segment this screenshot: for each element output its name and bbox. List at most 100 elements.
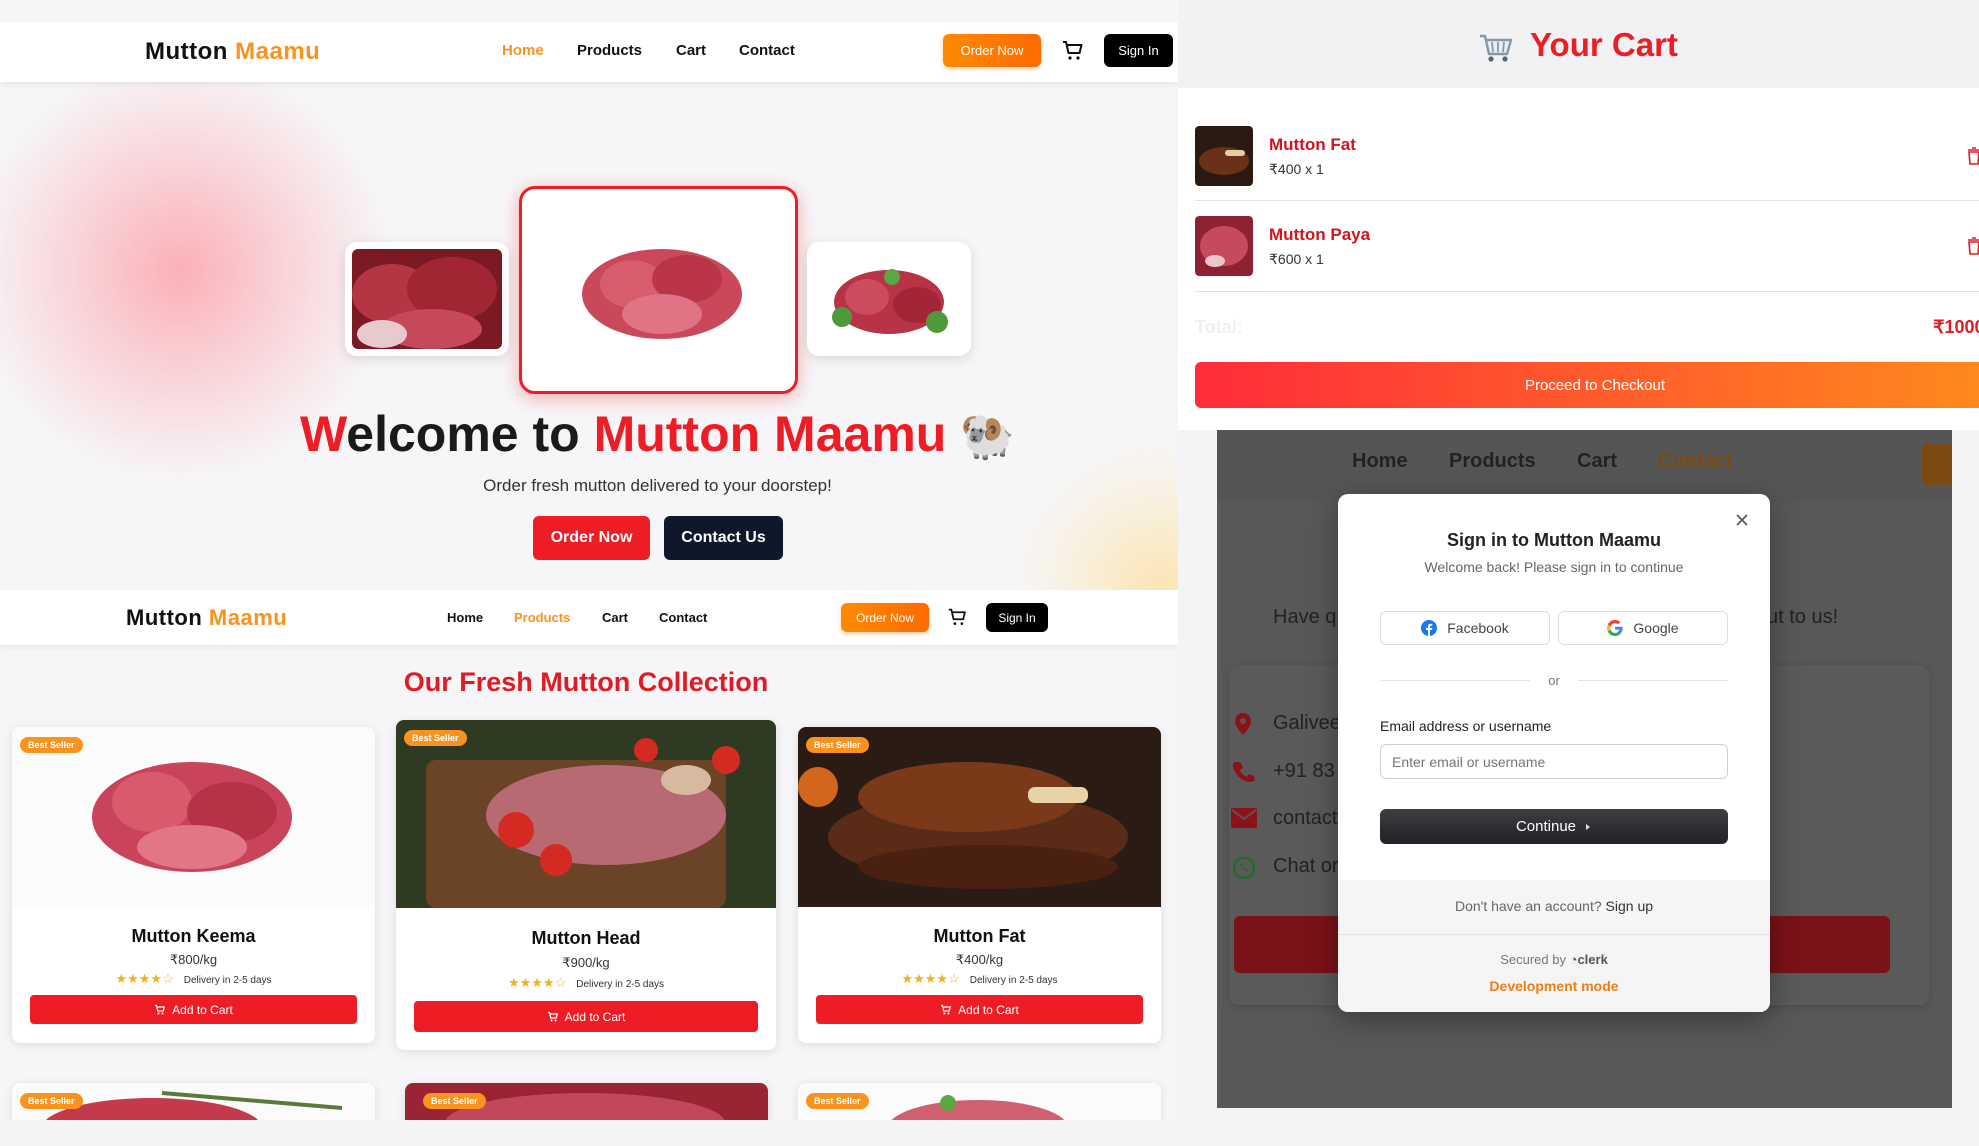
hero-contact-button[interactable]: Contact Us [664,516,783,560]
delivery-text: Delivery in 2-5 days [576,979,665,990]
product-name: Mutton Keema [131,926,256,946]
clerk-text: clerk [1577,952,1608,967]
nav-cart[interactable]: Cart [1577,450,1617,473]
nav-products[interactable]: Products [577,42,642,59]
dimmed-order-button [1922,443,1952,485]
development-mode-label: Development mode [1489,978,1619,994]
delivery-text: Delivery in 2-5 days [969,975,1058,986]
add-to-cart-button[interactable]: Add to Cart [30,995,357,1024]
location-pin-icon [1235,713,1251,735]
product-card: Best Seller Mutton Keema ₹800/kg ★★★★☆ De… [12,727,375,1043]
trash-icon[interactable] [1967,147,1979,165]
no-account-text: Don't have an account? [1454,898,1602,914]
cart-item-name: Mutton Fat [1269,135,1356,154]
product-image [396,720,776,908]
cart-item-qty: ₹600 x 1 [1269,251,1324,267]
best-seller-badge: Best Seller [806,1093,869,1109]
email-input[interactable] [1380,744,1728,779]
star-rating-icon: ★★★★☆ [507,975,567,990]
mail-icon [1231,808,1257,828]
hero-image-left [345,242,509,356]
footer-divider [1338,934,1770,935]
facebook-label: Facebook [1447,620,1509,636]
meat-image [352,249,502,349]
google-icon [1607,620,1624,636]
facebook-icon [1421,620,1438,636]
secured-by-text: Secured by [1500,952,1566,967]
contact-intro-left: Have q [1273,606,1337,628]
collection-title: Our Fresh Mutton Collection [403,667,769,697]
hero-title-w: W [299,406,347,462]
products-page: Mutton Maamu Home Products Cart Contact … [0,590,1178,1120]
trash-icon[interactable] [1967,237,1979,255]
cart-title: Your Cart [1530,26,1678,63]
hero-image-right [807,242,971,356]
nav-home[interactable]: Home [502,42,544,59]
modal-footer: Don't have an account? Sign up Secured b… [1338,880,1770,1012]
nav-products[interactable]: Products [514,610,570,625]
sign-in-modal: Sign in to Mutton Maamu Welcome back! Pl… [1338,494,1770,1012]
star-rating-icon: ★★★★☆ [901,971,960,986]
meat-image [582,249,742,339]
secured-by-line: Secured by ◔clerk [1338,952,1770,967]
best-seller-badge: Best Seller [20,737,83,753]
contact-email: contact [1273,807,1338,829]
cart-icon[interactable] [1061,39,1085,63]
add-to-cart-button[interactable]: Add to Cart [414,1001,758,1032]
product-price: ₹800/kg [169,952,218,967]
add-to-cart-label: Add to Cart [564,1009,626,1024]
nav-cart[interactable]: Cart [676,42,706,59]
order-now-button[interactable]: Order Now [943,34,1041,67]
nav-home[interactable]: Home [447,610,483,625]
product-card: Best Seller Mutton Fat ₹400/kg ★★★★☆ Deli… [798,727,1161,1043]
hero-subtitle: Order fresh mutton delivered to your doo… [483,476,832,495]
meat-image [832,269,948,334]
nav-contact[interactable]: Contact [659,610,707,625]
contact-chat: Chat or [1273,855,1339,877]
nav-contact[interactable]: Contact [739,42,795,59]
logo-text-1: Mutton [126,605,203,630]
order-now-button[interactable]: Order Now [841,603,929,632]
contact-phone: +91 83 [1273,760,1335,782]
product-name: Mutton Fat [933,926,1026,946]
cart-item-image [1195,126,1253,186]
cart-header: Your Cart [1178,0,1979,88]
nav-cart[interactable]: Cart [602,610,628,625]
hero-title-brand: Mutton Maamu [593,406,947,462]
sign-in-button[interactable]: Sign In [1104,34,1173,67]
home-navbar: Mutton Maamu Home Products Cart Contact … [0,22,1178,82]
hero-order-button[interactable]: Order Now [533,516,650,560]
nav-products[interactable]: Products [1449,450,1536,473]
sign-in-button[interactable]: Sign In [986,603,1048,632]
add-to-cart-label: Add to Cart [958,1002,1019,1017]
cart-icon[interactable] [947,607,968,628]
nav-contact[interactable]: Contact [1658,450,1732,473]
product-card: Best Seller [405,1083,768,1120]
email-label: Email address or username [1380,718,1552,734]
add-to-cart-label: Add to Cart [172,1002,233,1017]
cart-item-image [1195,216,1253,276]
product-image [12,727,375,907]
facebook-button[interactable]: Facebook [1380,611,1550,645]
logo[interactable]: Mutton Maamu [145,38,320,66]
proceed-to-checkout-button[interactable]: Proceed to Checkout [1195,362,1979,408]
product-card: Best Seller Mutton Head ₹900/kg ★★★★☆ Del… [396,720,776,1050]
logo-text-2: Maamu [208,605,288,630]
continue-label: Continue [1515,818,1577,835]
continue-button[interactable]: Continue [1380,809,1728,844]
signup-link[interactable]: Sign up [1606,898,1653,914]
nav-home[interactable]: Home [1352,450,1408,473]
signup-prompt: Don't have an account? Sign up [1338,898,1770,914]
total-label: Total: [1195,317,1243,337]
close-icon[interactable] [1736,514,1748,526]
clerk-logo: ◔clerk [1569,952,1608,967]
logo[interactable]: Mutton Maamu [126,605,287,631]
hero-title: Welcome to Mutton Maamu 🐏 [0,405,1178,463]
hero-title-rest: elcome to [346,406,594,462]
cart-page: Your Cart Mutton Fat ₹400 x 1 Mutton Pay… [1178,0,1979,430]
home-page: Mutton Maamu Home Products Cart Contact … [0,0,1178,590]
google-button[interactable]: Google [1558,611,1728,645]
products-navbar: Mutton Maamu Home Products Cart Contact … [0,590,1178,645]
logo-text-2: Maamu [235,38,321,65]
add-to-cart-button[interactable]: Add to Cart [816,995,1143,1024]
